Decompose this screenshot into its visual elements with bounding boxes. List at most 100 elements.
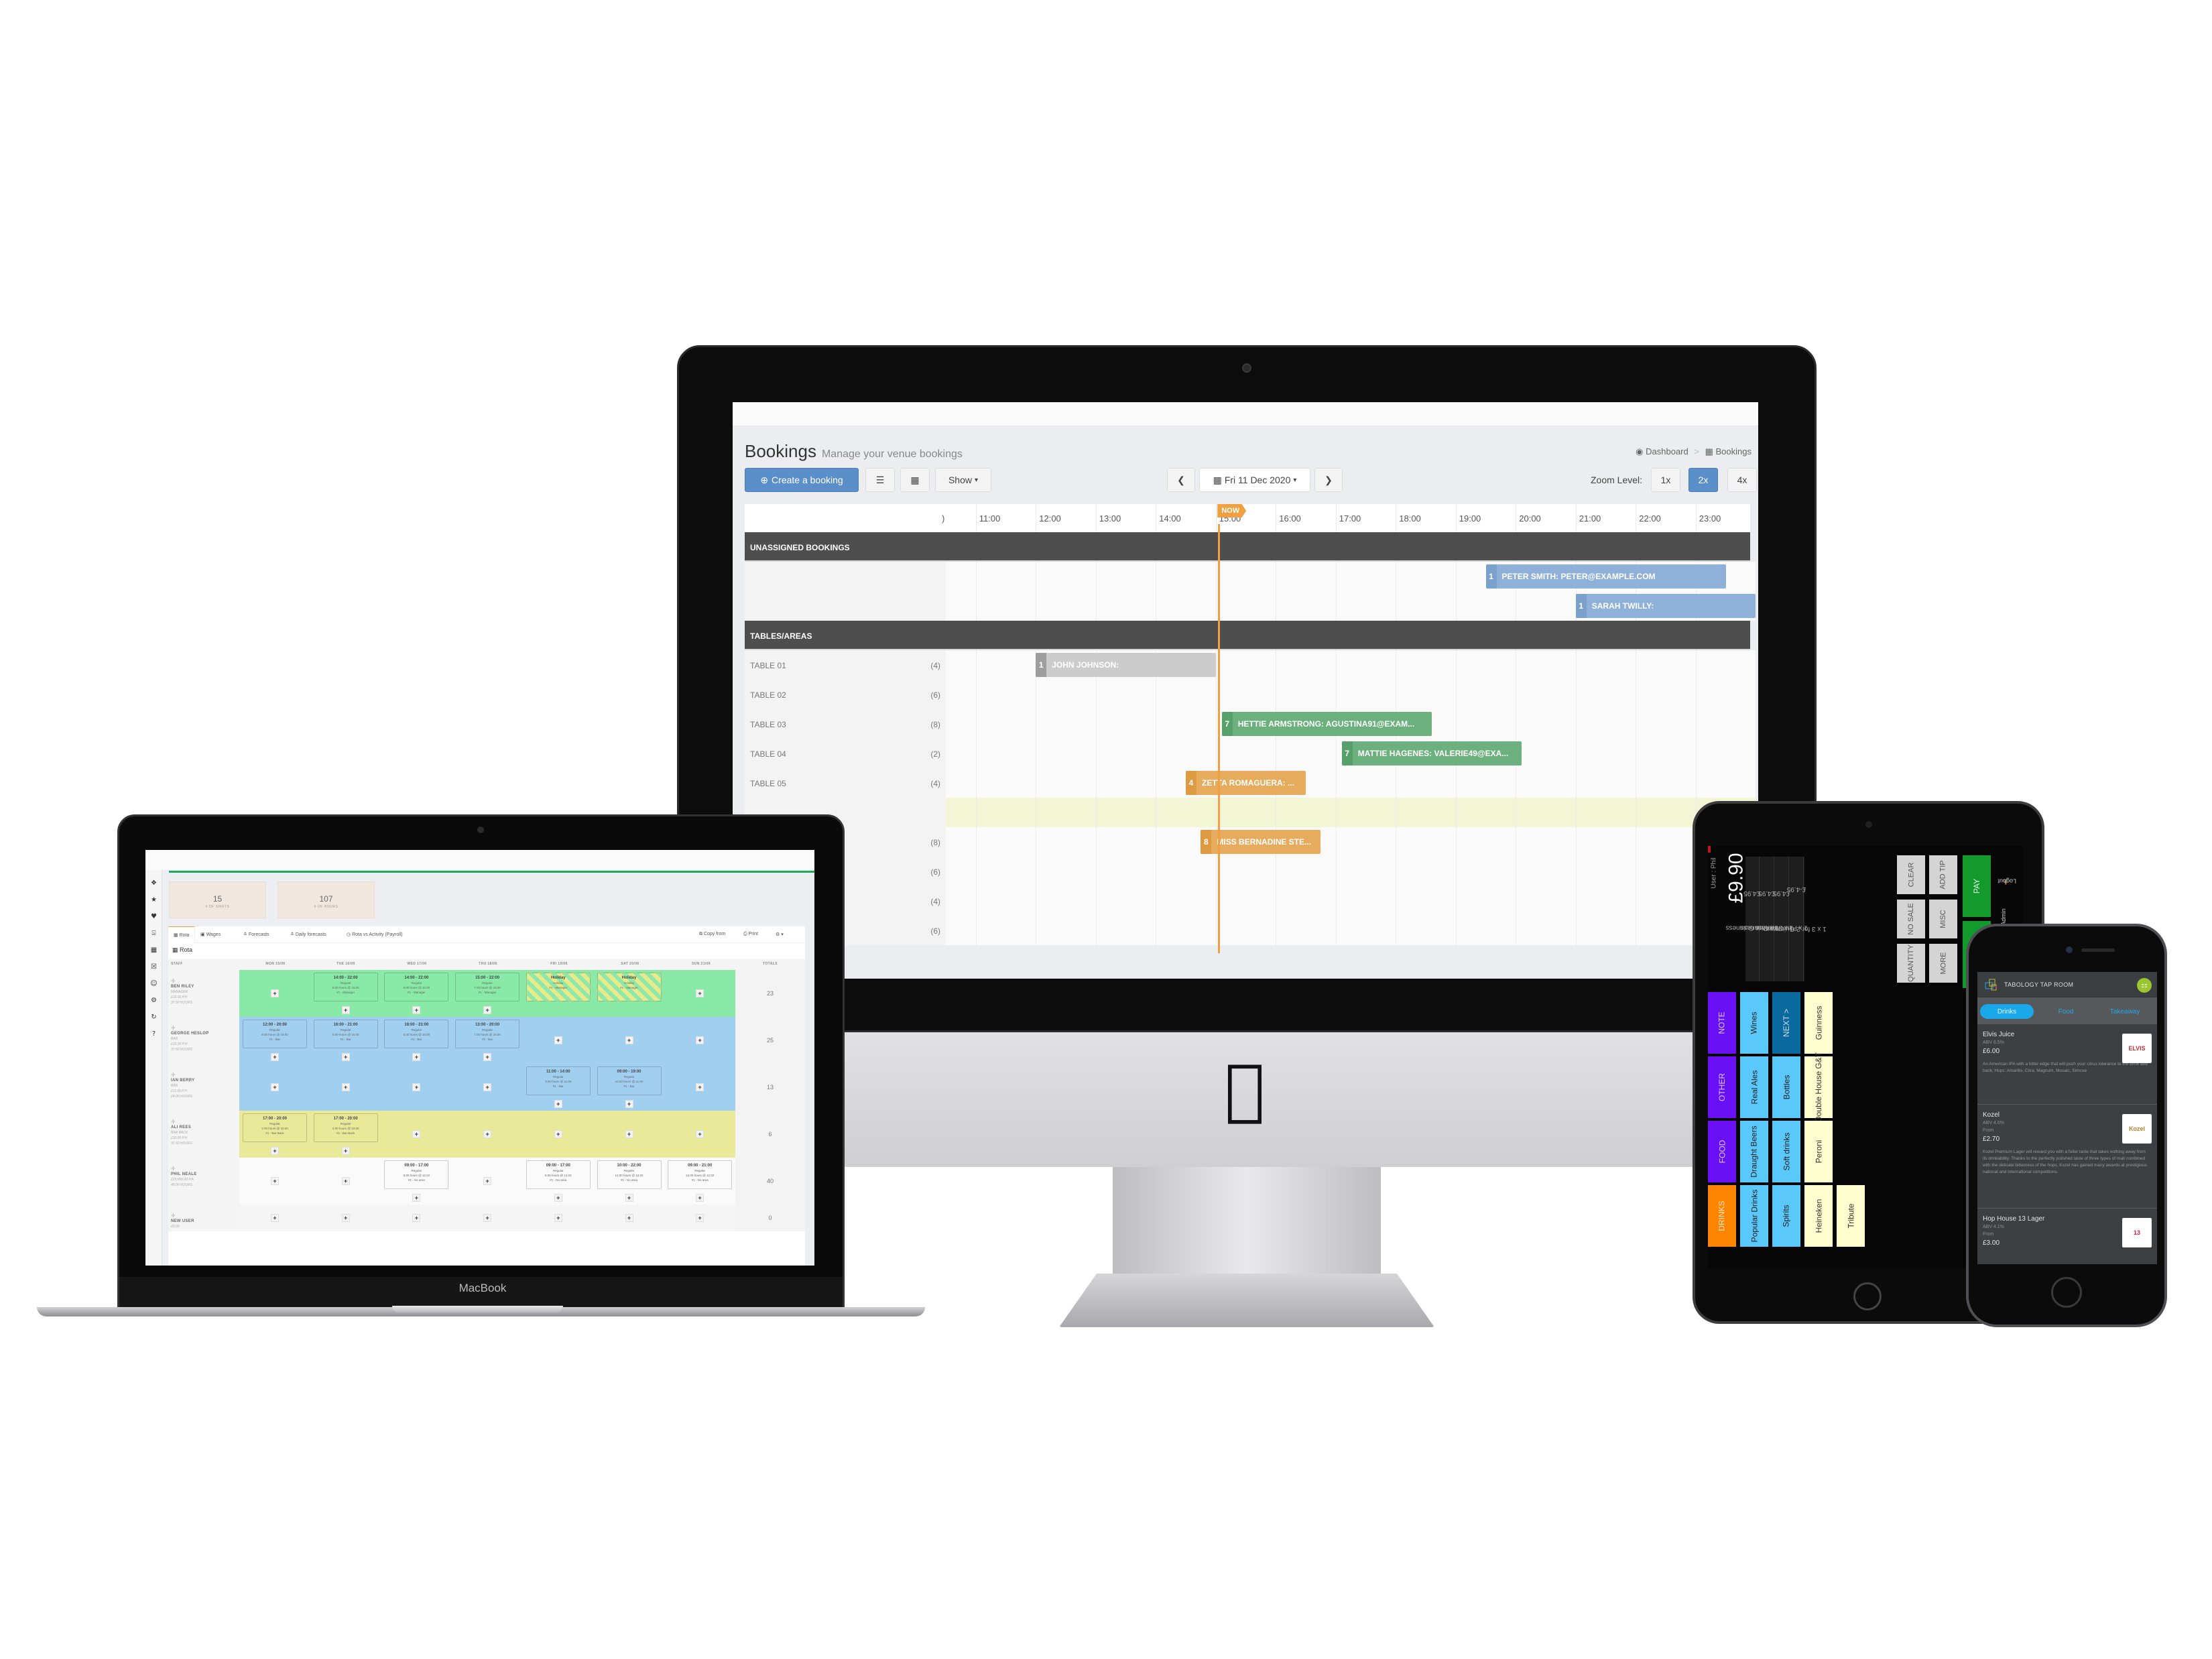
- tab-takeaway[interactable]: Takeaway: [2098, 1004, 2152, 1019]
- group-button[interactable]: Spirits: [1772, 1185, 1800, 1247]
- list-view-button[interactable]: ☰: [865, 468, 895, 492]
- add-shift-button[interactable]: +: [554, 1100, 562, 1108]
- timeline-row-grid[interactable]: [946, 680, 1757, 709]
- shift-card[interactable]: 11:00 - 14:00 Regular 3.00 hours @ 11.00 #1…: [526, 1066, 591, 1095]
- add-shift-button[interactable]: +: [412, 1006, 421, 1014]
- create-booking-button[interactable]: ⊕ Create a booking: [745, 468, 859, 492]
- zoom-2x-button[interactable]: 2x: [1688, 468, 1718, 492]
- copy-from-button[interactable]: ⧉ Copy from: [699, 932, 725, 937]
- tab-drinks[interactable]: Drinks: [1980, 1004, 2034, 1019]
- pos-action-button[interactable]: ADD TIP: [1929, 855, 1957, 894]
- date-picker[interactable]: ▦ Fri 11 Dec 2020 ▾: [1199, 468, 1310, 492]
- shift-card[interactable]: 09:00 - 21:00 Regular 12.00 hours @ 12.02 #…: [668, 1160, 733, 1189]
- calendar-x-icon[interactable]: ☒: [149, 963, 159, 973]
- timeline-row-grid[interactable]: [946, 768, 1757, 798]
- zoom-1x-button[interactable]: 1x: [1651, 468, 1680, 492]
- shift-card[interactable]: Holiday Holiday #1 - Manager: [526, 973, 591, 1001]
- pos-action-button[interactable]: CLEAR: [1897, 855, 1925, 894]
- gear-icon[interactable]: ⚙: [149, 997, 159, 1006]
- add-shift-button[interactable]: +: [483, 1053, 492, 1061]
- tab-forecasts[interactable]: ≛ Forecasts: [243, 932, 269, 937]
- add-shift-button[interactable]: +: [483, 1083, 492, 1091]
- add-shift-button[interactable]: +: [412, 1214, 421, 1222]
- tab-wages[interactable]: ▣ Wages: [200, 932, 221, 937]
- iphone-home-button[interactable]: [2051, 1277, 2082, 1308]
- shift-card[interactable]: 10:00 - 22:00 Regular 12.00 hours @ 12.02 #…: [597, 1160, 662, 1189]
- sitemap-icon[interactable]: ⍄: [149, 930, 159, 939]
- pos-action-button[interactable]: MORE: [1929, 944, 1957, 983]
- shift-card[interactable]: 14:00 - 22:00 Regular 8.00 hours @ 15.00 #1…: [384, 973, 449, 1001]
- booking-block[interactable]: 4 ZETTA ROMAGUERA: ...: [1186, 771, 1306, 795]
- booking-block[interactable]: 7 MATTIE HAGENES: VALERIE49@EXA...: [1341, 741, 1522, 765]
- tab-rota[interactable]: ▦ Rota: [168, 926, 196, 943]
- add-shift-button[interactable]: +: [554, 1214, 562, 1222]
- drag-handle-icon[interactable]: ✛: [171, 1166, 239, 1172]
- add-shift-button[interactable]: +: [696, 1194, 704, 1202]
- add-shift-button[interactable]: +: [483, 1006, 492, 1014]
- add-shift-button[interactable]: +: [625, 1036, 633, 1044]
- order-line[interactable]: 1 x Pint Guinness £4.95: [1756, 857, 1808, 981]
- help-icon[interactable]: ?: [149, 1030, 159, 1040]
- basket-icon[interactable]: ⚏: [2137, 978, 2152, 993]
- add-shift-button[interactable]: +: [554, 1194, 562, 1202]
- timeline-row-grid[interactable]: [946, 886, 1757, 916]
- cubes-icon[interactable]: ❖: [149, 879, 159, 889]
- pos-action-button[interactable]: NO SALE: [1897, 900, 1925, 938]
- category-button[interactable]: NOTE: [1708, 992, 1736, 1054]
- add-shift-button[interactable]: +: [341, 1006, 350, 1014]
- shift-card[interactable]: 15:00 - 22:00 Regular 7.00 hours @ 15.00 #1…: [455, 973, 520, 1001]
- add-shift-button[interactable]: +: [696, 1036, 704, 1044]
- drag-handle-icon[interactable]: ✛: [171, 1025, 239, 1031]
- settings-dropdown[interactable]: ⚙ ▾: [776, 932, 784, 937]
- shift-card[interactable]: 09:00 - 17:00 Regular 8.00 hours @ 12.02 #1…: [384, 1160, 449, 1189]
- tab-rota-vs-activity[interactable]: ◷ Rota vs Activity (Payroll): [347, 932, 403, 937]
- staff-name[interactable]: NEW USER: [171, 1219, 239, 1223]
- add-shift-button[interactable]: +: [696, 989, 704, 997]
- tab-food[interactable]: Food: [2039, 1004, 2093, 1019]
- previous-day-button[interactable]: ❮: [1167, 468, 1195, 492]
- group-button[interactable]: NEXT >: [1772, 992, 1800, 1054]
- add-shift-button[interactable]: +: [625, 1130, 633, 1138]
- add-shift-button[interactable]: +: [483, 1177, 492, 1185]
- add-shift-button[interactable]: +: [625, 1194, 633, 1202]
- staff-name[interactable]: ALI REES: [171, 1125, 239, 1129]
- drag-handle-icon[interactable]: ✛: [171, 1213, 239, 1219]
- add-shift-button[interactable]: +: [341, 1177, 350, 1185]
- shift-card[interactable]: 12:00 - 20:00 Regular 8.00 hours @ 15.00 #1…: [243, 1020, 307, 1048]
- add-shift-button[interactable]: +: [341, 1214, 350, 1222]
- product-button[interactable]: Double House G&T: [1804, 1052, 1833, 1122]
- category-button[interactable]: DRINKS: [1708, 1185, 1736, 1247]
- product-button[interactable]: Peroni: [1804, 1121, 1833, 1182]
- group-button[interactable]: Real Ales: [1740, 1056, 1768, 1118]
- group-button[interactable]: Bottles: [1772, 1056, 1800, 1118]
- booking-block[interactable]: 7 HETTIE ARMSTRONG: AGUSTINA91@EXAM...: [1221, 712, 1432, 736]
- order-line[interactable]: 1 x 3 for 2 Guinness £-4.95: [1766, 857, 1827, 981]
- booking-block[interactable]: 1 JOHN JOHNSON:: [1036, 653, 1216, 677]
- star-icon[interactable]: ★: [149, 896, 159, 906]
- group-button[interactable]: Soft drinks: [1772, 1121, 1800, 1182]
- menu-item[interactable]: Kozel ABV 4.6% From £2.70 Kozel Premium Lage…: [1977, 1105, 2157, 1209]
- timeline-row-grid[interactable]: [946, 857, 1757, 886]
- menu-item[interactable]: Elvis Juice ABV 6.5% £6.00 An American IPA …: [1977, 1024, 2157, 1105]
- group-button[interactable]: Popular Drinks: [1740, 1185, 1768, 1247]
- show-dropdown[interactable]: Show ▾: [935, 468, 991, 492]
- add-shift-button[interactable]: +: [271, 1053, 279, 1061]
- shift-card[interactable]: 18:00 - 23:00 Regular 5.00 hours @ 15.00 #1…: [384, 1020, 449, 1048]
- shift-card[interactable]: 17:00 - 20:00 Regular 3.00 hours @ 10.00 #1…: [313, 1113, 378, 1142]
- tab-daily-forecasts[interactable]: ≛ Daily forecasts: [290, 932, 326, 937]
- add-shift-button[interactable]: +: [412, 1053, 421, 1061]
- refresh-icon[interactable]: ↻: [149, 1013, 159, 1023]
- breadcrumb-dashboard[interactable]: Dashboard: [1646, 446, 1688, 456]
- calendar-icon[interactable]: ▦: [149, 946, 159, 956]
- add-shift-button[interactable]: +: [696, 1130, 704, 1138]
- pos-action-button[interactable]: QUANTITY: [1897, 944, 1925, 983]
- add-shift-button[interactable]: +: [271, 1177, 279, 1185]
- booking-block[interactable]: 1 SARAH TWILLY:: [1575, 594, 1756, 618]
- add-shift-button[interactable]: +: [412, 1194, 421, 1202]
- group-button[interactable]: Draught Beers: [1740, 1121, 1768, 1182]
- booking-block[interactable]: 1 PETER SMITH: PETER@EXAMPLE.COM: [1485, 564, 1726, 589]
- add-shift-button[interactable]: +: [271, 989, 279, 997]
- add-shift-button[interactable]: +: [696, 1214, 704, 1222]
- product-button[interactable]: Guinness: [1804, 992, 1833, 1054]
- add-shift-button[interactable]: +: [271, 1147, 279, 1155]
